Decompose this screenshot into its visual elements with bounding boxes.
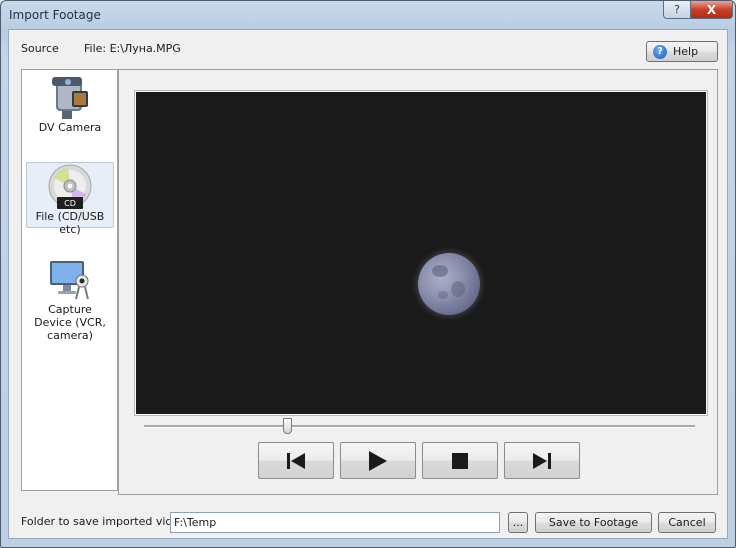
help-icon: ? <box>653 44 667 59</box>
skip-to-start-icon <box>287 452 305 469</box>
save-to-footage-button[interactable]: Save to Footage <box>535 512 652 533</box>
play-icon <box>369 450 387 471</box>
stop-icon <box>452 452 468 469</box>
skip-to-start-button[interactable] <box>258 442 334 479</box>
dialog-body: Source File: E:\Луна.MPG ? Help DV Camer… <box>8 29 728 539</box>
source-item-label: DV Camera <box>38 121 102 134</box>
play-button[interactable] <box>340 442 416 479</box>
stop-button[interactable] <box>422 442 498 479</box>
help-icon: ? <box>674 3 680 16</box>
preview-panel <box>118 69 718 495</box>
skip-to-end-icon <box>533 452 551 469</box>
capture-device-icon <box>50 261 89 300</box>
help-button-label: Help <box>673 45 699 58</box>
moon-image <box>418 253 480 315</box>
seek-slider-thumb[interactable] <box>282 418 292 434</box>
source-item-dv-camera[interactable]: DV Camera <box>26 74 114 138</box>
folder-path-input[interactable] <box>170 512 500 533</box>
skip-to-end-button[interactable] <box>504 442 580 479</box>
close-icon: X <box>706 2 717 17</box>
cd-icon: CD <box>48 164 92 209</box>
source-item-capture-device[interactable]: Capture Device (VCR, camera) <box>26 256 114 342</box>
file-path-label: File: E:\Луна.MPG <box>84 42 181 55</box>
import-footage-window: Import Footage ? X Source File: E:\Луна.… <box>0 0 736 548</box>
source-list: DV Camera CD File (CD/USB etc) Capture D… <box>21 69 118 491</box>
source-item-label: Capture Device (VCR, camera) <box>34 303 106 342</box>
title-bar[interactable]: Import Footage ? X <box>1 1 735 29</box>
camcorder-icon <box>52 77 88 119</box>
video-preview <box>135 91 707 415</box>
help-button[interactable]: ? Help <box>646 41 718 62</box>
title-help-button[interactable]: ? <box>663 1 691 19</box>
source-item-file[interactable]: CD File (CD/USB etc) <box>26 162 114 236</box>
window-title: Import Footage <box>9 8 101 22</box>
source-label: Source <box>21 42 59 55</box>
folder-label: Folder to save imported video <box>21 515 186 528</box>
seek-track[interactable] <box>144 425 695 428</box>
cancel-button[interactable]: Cancel <box>658 512 716 533</box>
source-item-label: File (CD/USB etc) <box>35 210 105 236</box>
cd-icon-label: CD <box>64 199 76 208</box>
close-button[interactable]: X <box>690 1 733 19</box>
browse-button[interactable]: ... <box>508 512 528 533</box>
